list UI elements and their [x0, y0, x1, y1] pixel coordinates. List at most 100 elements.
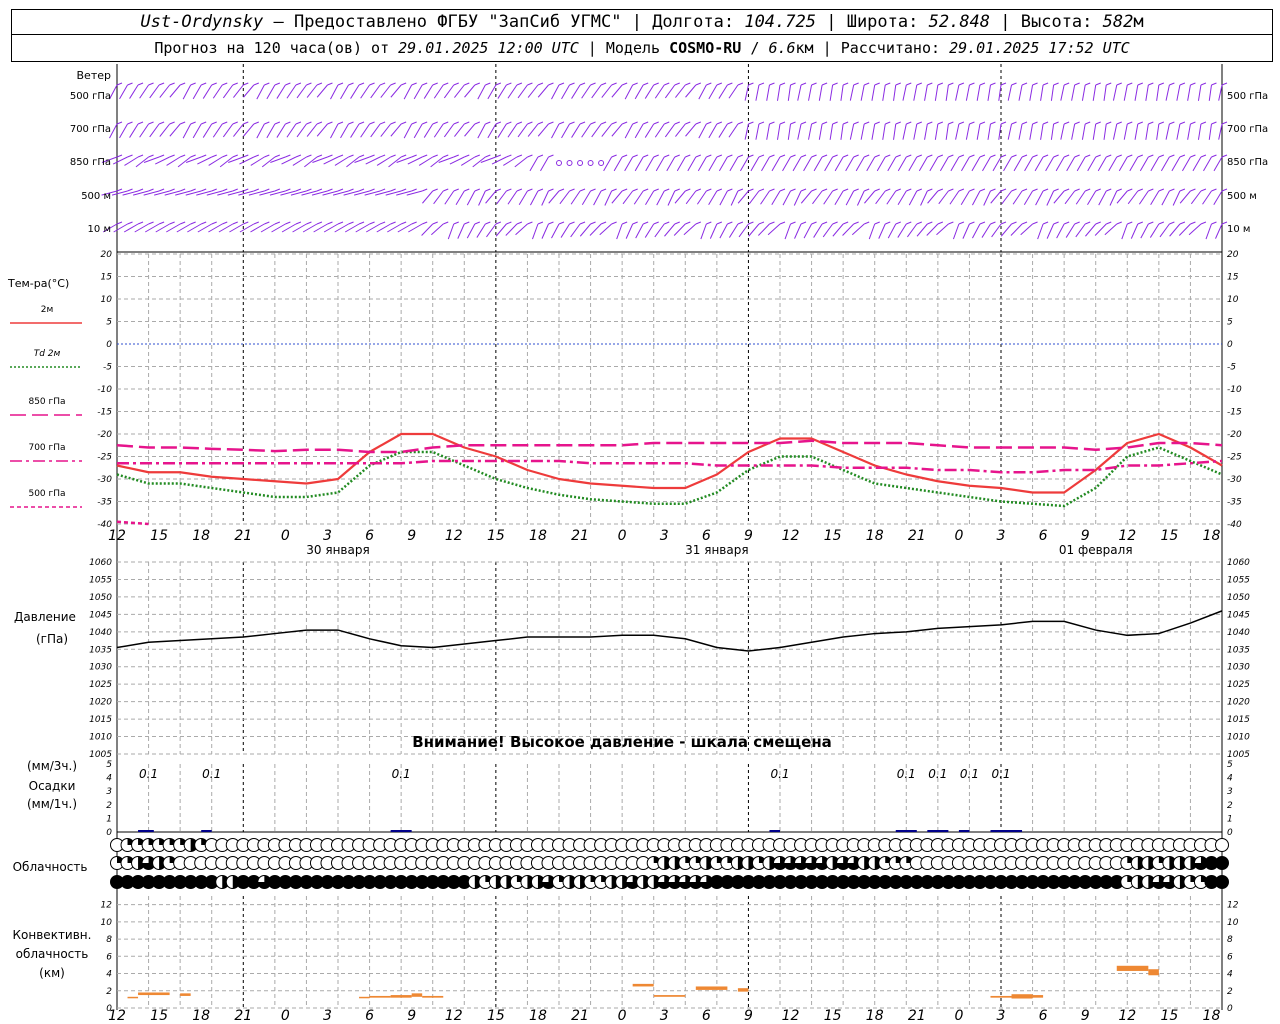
- wind-barb: [350, 123, 360, 138]
- wind-barb: [676, 156, 686, 172]
- wind-barb-flag: [390, 221, 396, 225]
- wind-barb-flag: [864, 121, 870, 125]
- wind-barb: [794, 223, 802, 239]
- wind-barb: [926, 223, 939, 236]
- wind-barb: [634, 84, 644, 100]
- convective-cloud-bar: [138, 992, 170, 996]
- wind-barb: [700, 223, 707, 240]
- wind-barb-flag: [958, 188, 965, 192]
- wind-barb: [1064, 190, 1076, 205]
- hour-tick-label-bottom: 18: [866, 1008, 884, 1024]
- wind-barb: [527, 84, 539, 98]
- wind-barb-flag: [485, 82, 491, 86]
- wind-barb: [143, 156, 160, 163]
- conv-tick-label-left: 12: [101, 901, 113, 911]
- wind-barb-flag: [653, 188, 659, 192]
- precip-bar: [927, 830, 949, 832]
- wind-barb-flag: [253, 121, 259, 125]
- wind-barb: [1076, 156, 1086, 172]
- wind-barb-flag: [558, 221, 565, 225]
- wind-barb-flag: [664, 154, 670, 158]
- wind-barb: [840, 84, 844, 101]
- wind-barb-flag: [148, 188, 154, 192]
- wind-barb-flag: [201, 188, 207, 192]
- wind-barb: [601, 123, 613, 137]
- wind-barb: [486, 223, 497, 238]
- precip-3h-total: 0.1: [770, 767, 789, 781]
- wind-barb-flag: [979, 82, 986, 86]
- wind-barb: [1205, 223, 1212, 240]
- temp-tick-label-left: 15: [101, 273, 113, 283]
- wind-barb: [855, 156, 865, 172]
- wind-barb: [902, 84, 907, 101]
- pressure-tick-label-right: 1005: [1227, 750, 1250, 760]
- wind-barb: [728, 84, 739, 99]
- wind-barb: [845, 190, 855, 206]
- wind-barb: [782, 156, 791, 172]
- wind-barb-flag: [379, 188, 386, 192]
- wind-barb: [971, 156, 981, 172]
- wind-barb-flag: [653, 82, 659, 86]
- wind-barb: [455, 190, 465, 205]
- wind-barb-flag: [1116, 154, 1122, 158]
- wind-barb: [316, 123, 328, 137]
- wind-barb: [1018, 84, 1023, 101]
- wind-barb-flag: [748, 121, 754, 125]
- wind-barb-flag: [516, 188, 523, 192]
- calm-wind-circle: [566, 160, 573, 166]
- wind-barb-flag: [1158, 82, 1165, 86]
- wind-barb: [503, 156, 518, 166]
- wind-barb: [960, 190, 970, 205]
- hour-tick-label-bottom: 12: [1118, 1008, 1136, 1024]
- precip-tick-label-right: 0: [1227, 828, 1233, 838]
- wind-barb-flag: [821, 188, 828, 192]
- wind-barb-flag: [643, 121, 649, 125]
- wind-barb-flag: [1116, 82, 1122, 86]
- wind-barb: [924, 123, 928, 140]
- wind-barb-flag: [621, 121, 628, 125]
- hour-tick-label-bottom: 0: [954, 1008, 963, 1024]
- wind-barb: [460, 156, 476, 166]
- wind-barb-flag: [1211, 154, 1217, 158]
- wind-barb-flag: [295, 188, 302, 192]
- hour-tick-label: 15: [487, 528, 505, 544]
- pressure-tick-label-left: 1040: [89, 628, 112, 638]
- hour-tick-label: 3: [997, 528, 1006, 544]
- wind-barb-flag: [369, 154, 375, 158]
- temp-tick-label-left: -15: [97, 408, 112, 418]
- wind-barb: [718, 123, 728, 138]
- wind-barb-flag: [769, 188, 775, 192]
- temp-tick-label-right: -20: [1227, 430, 1242, 440]
- temp-tick-label-left: 5: [106, 318, 112, 328]
- wind-barb-flag: [464, 221, 470, 225]
- wind-barb-flag: [506, 82, 512, 86]
- wind-barb: [654, 123, 665, 138]
- pressure-tick-label-right: 1020: [1227, 698, 1250, 708]
- temp-tick-label-left: -10: [97, 385, 112, 395]
- wind-barb-flag: [643, 188, 649, 192]
- temp-tick-label-left: -25: [97, 453, 112, 463]
- wind-barb: [800, 190, 812, 204]
- wind-barb-flag: [306, 82, 312, 86]
- wind-barb-flag: [222, 221, 228, 225]
- wind-barb: [897, 190, 907, 205]
- wind-barb: [929, 156, 939, 172]
- wind-barb: [233, 123, 244, 137]
- wind-barb-flag: [790, 121, 796, 125]
- wind-barb: [457, 223, 465, 239]
- wind-barb: [559, 190, 570, 205]
- wind-barb-flag: [958, 121, 965, 125]
- wind-barb-flag: [1127, 188, 1133, 192]
- wind-barb-flag: [337, 82, 344, 86]
- temp-series-line: [117, 459, 1223, 474]
- wind-barb: [782, 190, 791, 206]
- wind-barb: [1037, 223, 1044, 240]
- wind-barb-flag: [137, 121, 144, 125]
- wind-barb-flag: [811, 221, 817, 225]
- wind-barb-flag: [1221, 82, 1228, 86]
- wind-barb: [936, 223, 949, 236]
- wind-barb-flag: [127, 188, 133, 192]
- temp-tick-label-right: -30: [1227, 475, 1242, 485]
- wind-barb-flag: [411, 121, 417, 125]
- convective-cloud-bar: [369, 995, 391, 998]
